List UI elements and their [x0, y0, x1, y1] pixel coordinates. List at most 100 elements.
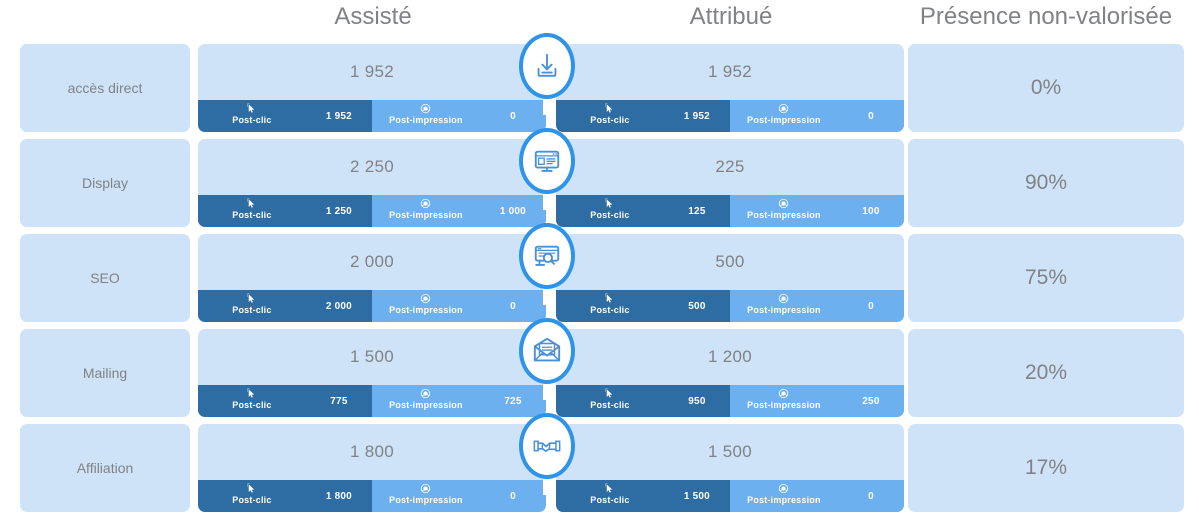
assiste-post-clic-value: 1 250 [325, 206, 352, 217]
assiste-post-clic-segment[interactable]: Post-clic 1 250 [198, 195, 372, 227]
attribue-post-impression-label: Post-impression [747, 495, 821, 505]
assiste-post-clic-segment[interactable]: Post-clic 1 800 [198, 480, 372, 512]
attribue-panel[interactable]: 1 500 Post-clic 1 500 Post-impression 0 [556, 424, 904, 512]
attribue-segments: Post-clic 1 500 Post-impression 0 [556, 480, 904, 512]
assiste-panel[interactable]: 1 952 Post-clic 1 952 Post-impression 0 [198, 44, 546, 132]
attribue-total: 1 952 [707, 62, 753, 81]
attribue-post-clic-label: Post-clic [590, 210, 630, 220]
assiste-post-clic-label: Post-clic [232, 400, 272, 410]
attribue-post-impression-label: Post-impression [747, 305, 821, 315]
assiste-post-impression-label: Post-impression [389, 495, 463, 505]
assiste-segments: Post-clic 1 952 Post-impression 0 [198, 100, 546, 132]
channel-label: Affiliation [76, 460, 134, 476]
assiste-post-clic-value: 1 800 [325, 491, 352, 502]
assiste-total: 1 500 [349, 347, 395, 366]
assiste-panel[interactable]: 1 800 Post-clic 1 800 Post-impression 0 [198, 424, 546, 512]
impression-eye-icon [372, 388, 480, 400]
cursor-click-icon [198, 103, 306, 115]
impression-eye-icon [730, 388, 838, 400]
assiste-post-clic-value: 2 000 [325, 301, 352, 312]
attribue-panel[interactable]: 1 952 Post-clic 1 952 Post-impression 0 [556, 44, 904, 132]
attribue-total: 1 200 [707, 347, 753, 366]
presence-value: 17% [1024, 456, 1068, 479]
attribue-post-clic-label: Post-clic [590, 115, 630, 125]
assiste-post-impression-label: Post-impression [389, 115, 463, 125]
attribue-post-clic-value: 1 500 [683, 491, 710, 502]
attribue-post-impression-value: 100 [862, 206, 880, 217]
assiste-post-clic-value: 775 [330, 396, 348, 407]
assiste-post-impression-value: 0 [510, 111, 516, 122]
presence-card[interactable]: 0% [908, 44, 1184, 132]
handshake-icon [519, 413, 575, 479]
attribue-total: 500 [715, 252, 745, 271]
impression-eye-icon [372, 198, 480, 210]
attribue-panel[interactable]: 500 Post-clic 500 Post-impression 0 [556, 234, 904, 322]
attribue-segments: Post-clic 125 Post-impression 100 [556, 195, 904, 227]
assiste-segments: Post-clic 2 000 Post-impression 0 [198, 290, 546, 322]
assiste-post-impression-label: Post-impression [389, 400, 463, 410]
monitor-display-icon [519, 128, 575, 194]
channel-badge[interactable] [519, 33, 581, 115]
assiste-post-clic-segment[interactable]: Post-clic 775 [198, 385, 372, 417]
assiste-post-impression-value: 1 000 [499, 206, 526, 217]
impression-eye-icon [730, 198, 838, 210]
table-row: Mailing 1 500 Post-clic 775 Post-impress… [0, 318, 1199, 417]
attribue-post-clic-value: 500 [688, 301, 706, 312]
table-row: Display 2 250 Post-clic 1 250 Post-impre… [0, 128, 1199, 227]
channel-badge[interactable] [519, 413, 581, 495]
envelope-mail-icon [519, 318, 575, 384]
attribue-post-impression-label: Post-impression [747, 400, 821, 410]
presence-card[interactable]: 17% [908, 424, 1184, 512]
attribue-segments: Post-clic 500 Post-impression 0 [556, 290, 904, 322]
attribue-post-clic-value: 1 952 [683, 111, 710, 122]
assiste-panel[interactable]: 1 500 Post-clic 775 Post-impression 725 [198, 329, 546, 417]
assiste-total: 1 952 [349, 62, 395, 81]
channel-badge[interactable] [519, 318, 581, 400]
assiste-post-impression-value: 0 [510, 301, 516, 312]
attribue-post-clic-segment[interactable]: Post-clic 500 [556, 290, 730, 322]
channel-label-card[interactable]: Display [20, 139, 190, 227]
presence-value: 20% [1024, 361, 1068, 384]
presence-card[interactable]: 75% [908, 234, 1184, 322]
attribue-panel[interactable]: 1 200 Post-clic 950 Post-impression 250 [556, 329, 904, 417]
channel-label: Mailing [82, 365, 128, 381]
presence-card[interactable]: 90% [908, 139, 1184, 227]
attribue-post-impression-segment[interactable]: Post-impression 0 [730, 290, 904, 322]
presence-card[interactable]: 20% [908, 329, 1184, 417]
channel-label-card[interactable]: Affiliation [20, 424, 190, 512]
attribue-post-impression-value: 0 [868, 111, 874, 122]
channel-label-card[interactable]: accès direct [20, 44, 190, 132]
channel-label-card[interactable]: SEO [20, 234, 190, 322]
assiste-total: 2 250 [349, 157, 395, 176]
attribue-post-clic-segment[interactable]: Post-clic 1 500 [556, 480, 730, 512]
attribue-post-clic-segment[interactable]: Post-clic 1 952 [556, 100, 730, 132]
channel-label: Display [82, 175, 128, 191]
presence-value: 75% [1024, 266, 1068, 289]
channel-badge[interactable] [519, 128, 581, 210]
assiste-post-clic-label: Post-clic [232, 210, 272, 220]
assiste-panel[interactable]: 2 000 Post-clic 2 000 Post-impression 0 [198, 234, 546, 322]
attribue-panel[interactable]: 225 Post-clic 125 Post-impression 100 [556, 139, 904, 227]
table-row: SEO 2 000 Post-clic 2 000 Post-impressio… [0, 223, 1199, 322]
impression-eye-icon [730, 293, 838, 305]
attribue-post-impression-segment[interactable]: Post-impression 0 [730, 480, 904, 512]
channel-label-card[interactable]: Mailing [20, 329, 190, 417]
channel-badge[interactable] [519, 223, 581, 305]
assiste-post-clic-segment[interactable]: Post-clic 1 952 [198, 100, 372, 132]
assiste-panel[interactable]: 2 250 Post-clic 1 250 Post-impression 1 … [198, 139, 546, 227]
attribue-post-impression-segment[interactable]: Post-impression 0 [730, 100, 904, 132]
attribue-post-clic-segment[interactable]: Post-clic 125 [556, 195, 730, 227]
cursor-click-icon [198, 388, 306, 400]
impression-eye-icon [372, 483, 480, 495]
attribue-post-impression-segment[interactable]: Post-impression 100 [730, 195, 904, 227]
assiste-post-clic-label: Post-clic [232, 305, 272, 315]
attribue-post-clic-label: Post-clic [590, 305, 630, 315]
attribue-post-impression-label: Post-impression [747, 210, 821, 220]
attribue-post-clic-label: Post-clic [590, 400, 630, 410]
assiste-segments: Post-clic 775 Post-impression 725 [198, 385, 546, 417]
attribue-post-impression-segment[interactable]: Post-impression 250 [730, 385, 904, 417]
assiste-post-clic-segment[interactable]: Post-clic 2 000 [198, 290, 372, 322]
download-tray-icon [519, 33, 575, 99]
monitor-search-icon [519, 223, 575, 289]
attribue-post-clic-segment[interactable]: Post-clic 950 [556, 385, 730, 417]
